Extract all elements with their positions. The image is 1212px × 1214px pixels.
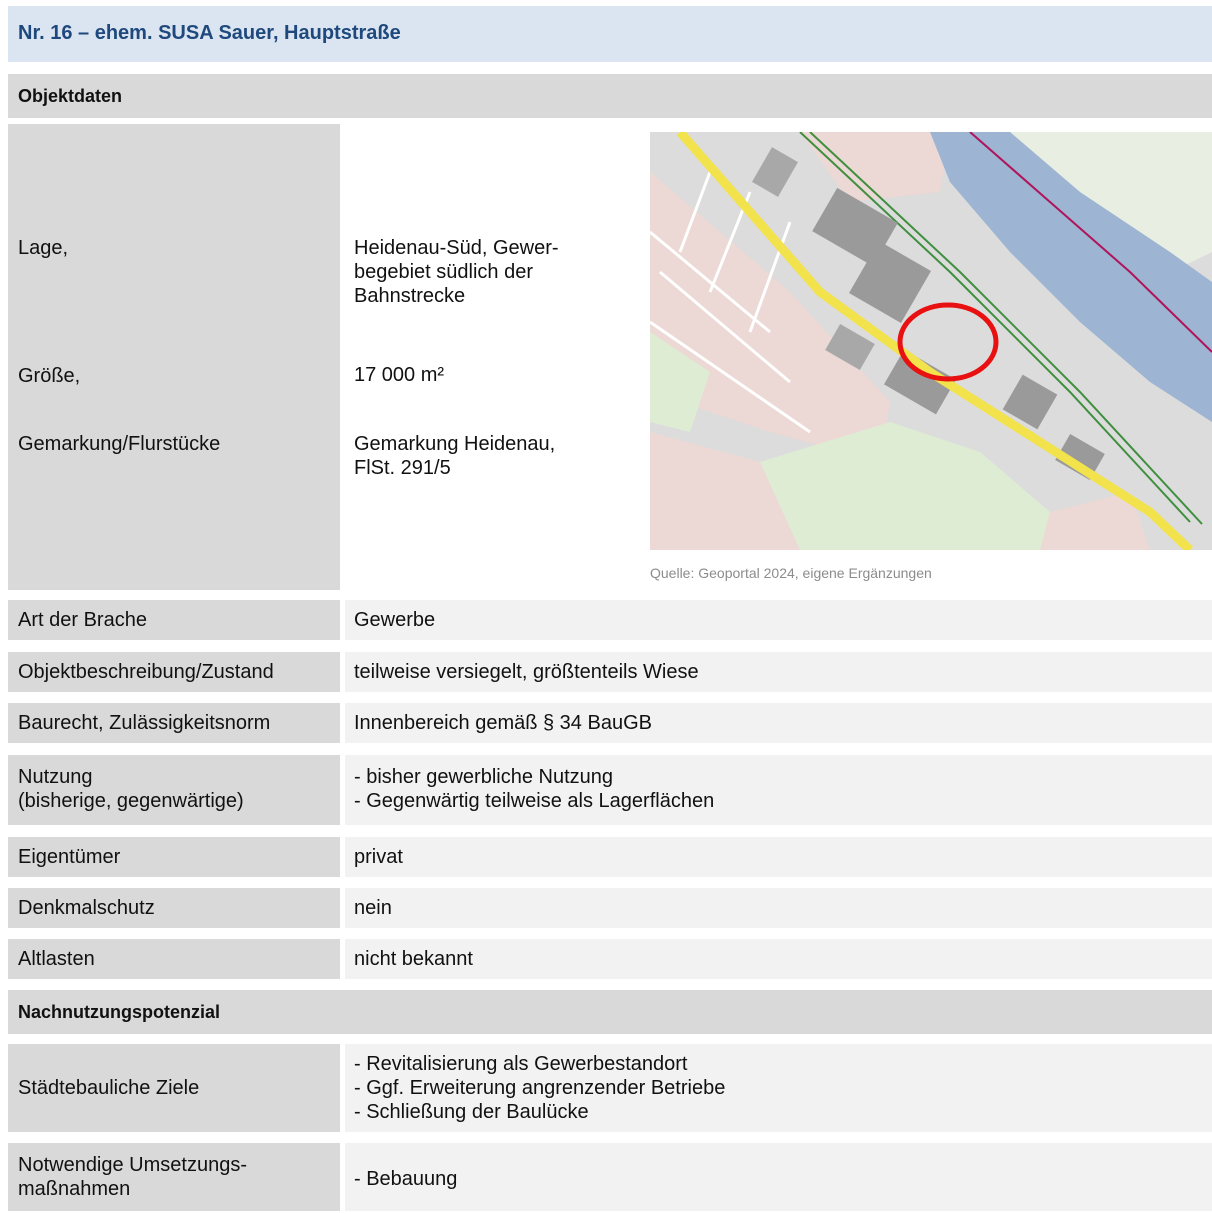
row-label-ziele: Städtebauliche Ziele xyxy=(8,1044,340,1132)
groesse-label: Größe, xyxy=(18,365,81,387)
row-label-baurecht: Baurecht, Zulässigkeitsnorm xyxy=(8,703,340,743)
lage-value: Heidenau-Süd, Gewer- begebiet südlich de… xyxy=(354,237,559,307)
row-value-massnahmen: - Bebauung xyxy=(345,1143,1212,1211)
row-value-nutzung: - bisher gewerbliche Nutzung - Gegenwärt… xyxy=(345,755,1212,825)
row-value-altlasten: nicht bekannt xyxy=(345,939,1212,979)
row-label-massnahmen: Notwendige Umsetzungs- maßnahmen xyxy=(8,1143,340,1211)
objektdaten-labels: Lage, Größe, Gemarkung/Flurstücke xyxy=(8,124,340,590)
row-label-denkmalschutz: Denkmalschutz xyxy=(8,888,340,928)
section-title: Nachnutzungspotenzial xyxy=(18,1002,220,1022)
row-value-zustand: teilweise versiegelt, größtenteils Wiese xyxy=(345,652,1212,692)
map-caption: Quelle: Geoportal 2024, eigene Ergänzung… xyxy=(650,565,932,581)
objektdaten-values: Heidenau-Süd, Gewer- begebiet südlich de… xyxy=(345,124,635,590)
row-value-denkmalschutz: nein xyxy=(345,888,1212,928)
row-label-zustand: Objektbeschreibung/Zustand xyxy=(8,652,340,692)
row-label-altlasten: Altlasten xyxy=(8,939,340,979)
row-label-nutzung: Nutzung (bisherige, gegenwärtige) xyxy=(8,755,340,825)
section-header-nachnutzung: Nachnutzungspotenzial xyxy=(8,990,1212,1034)
title-bar: Nr. 16 – ehem. SUSA Sauer, Hauptstraße xyxy=(8,6,1212,62)
groesse-value: 17 000 m² xyxy=(354,364,445,386)
page-title: Nr. 16 – ehem. SUSA Sauer, Hauptstraße xyxy=(18,22,401,44)
row-label-art: Art der Brache xyxy=(8,600,340,640)
site-map xyxy=(650,132,1212,550)
row-value-eigentuemer: privat xyxy=(345,837,1212,877)
section-header-objektdaten: Objektdaten xyxy=(8,74,1212,118)
lage-label: Lage, xyxy=(18,237,69,259)
map-image xyxy=(650,132,1212,550)
gemarkung-value: Gemarkung Heidenau, FlSt. 291/5 xyxy=(354,433,556,479)
row-value-baurecht: Innenbereich gemäß § 34 BauGB xyxy=(345,703,1212,743)
gemarkung-label: Gemarkung/Flurstücke xyxy=(18,433,221,455)
row-value-art: Gewerbe xyxy=(345,600,1212,640)
row-value-ziele: - Revitalisierung als Gewerbestandort - … xyxy=(345,1044,1212,1132)
section-title: Objektdaten xyxy=(18,86,123,106)
row-label-eigentuemer: Eigentümer xyxy=(8,837,340,877)
